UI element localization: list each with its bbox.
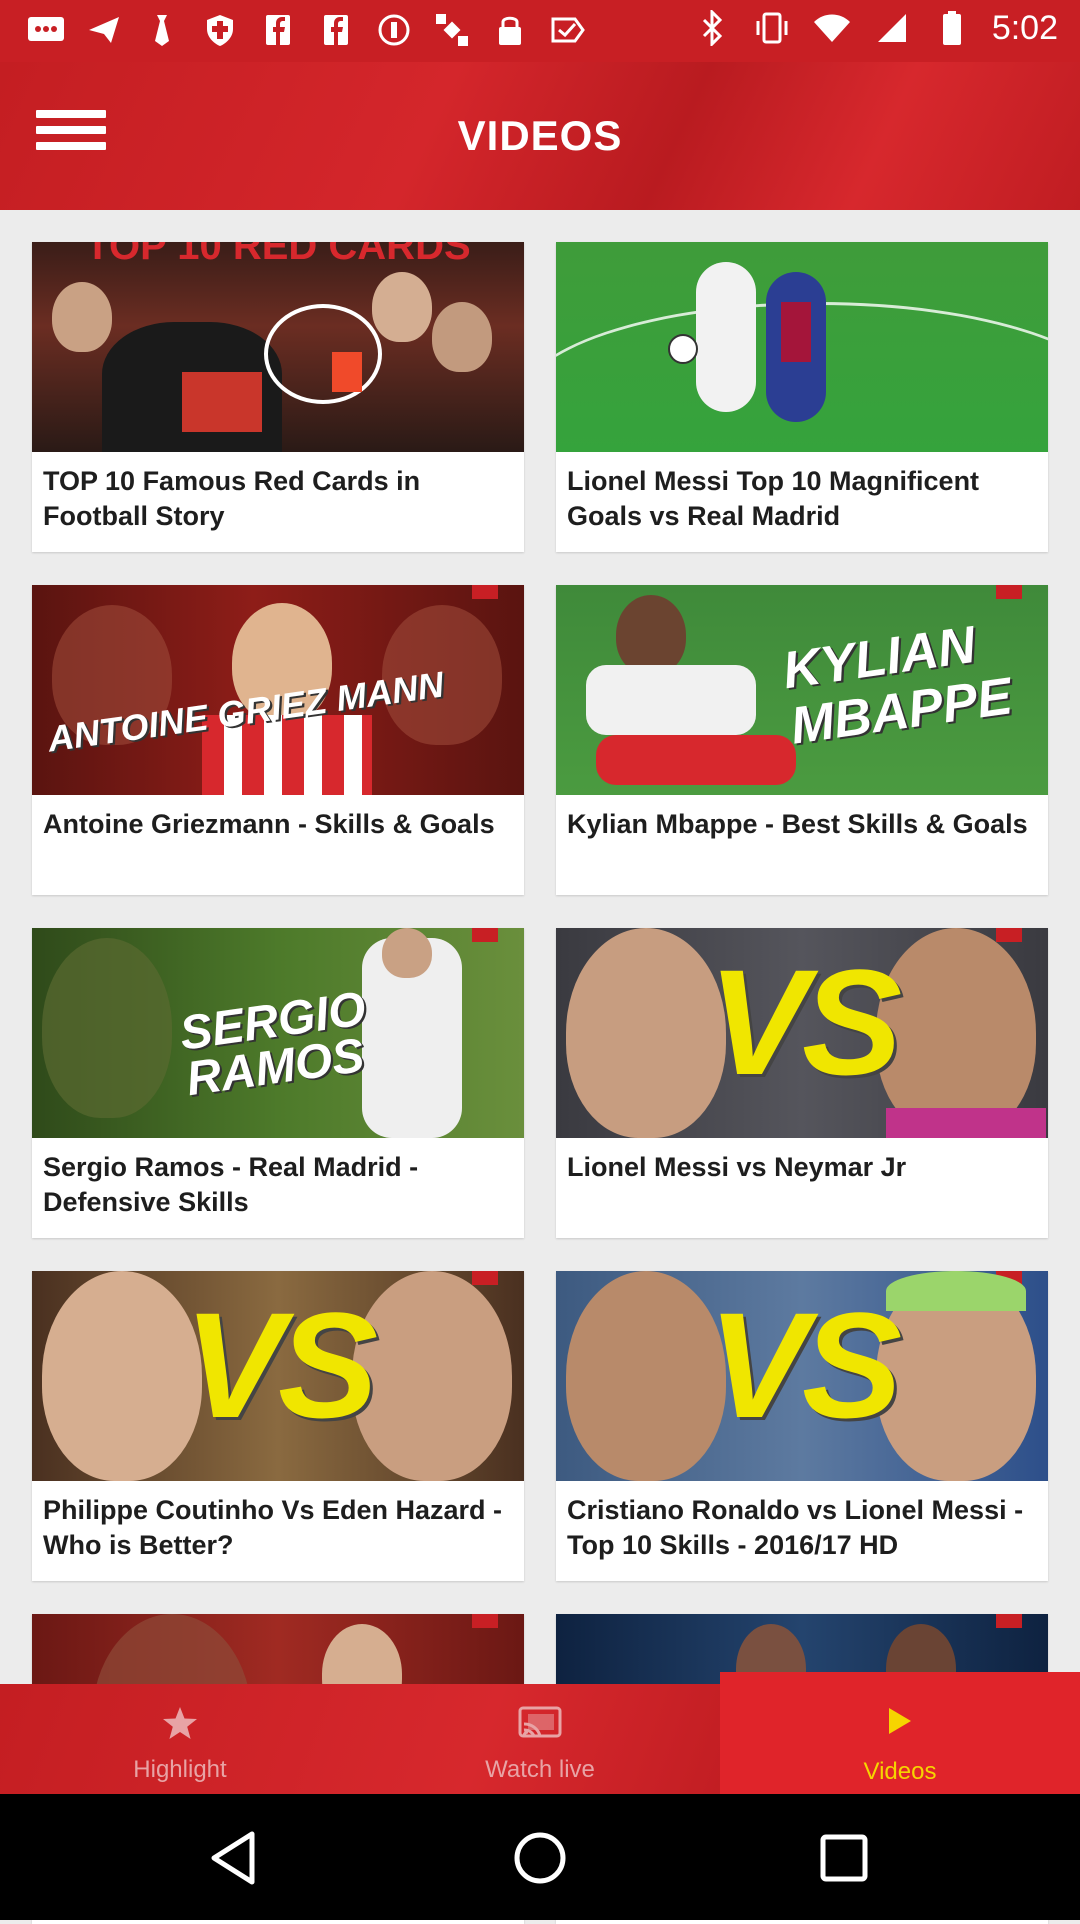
nav-label: Watch live [485, 1756, 595, 1783]
message-icon [26, 10, 66, 50]
video-title: Lionel Messi Top 10 Magnificent Goals vs… [567, 466, 980, 531]
clock: 5:02 [991, 8, 1058, 47]
video-card[interactable]: TOP 10 RED CARDS TOP 10 Famous Red Cards… [32, 242, 524, 552]
facebook-icon [316, 10, 356, 50]
cast-icon [360, 1706, 720, 1742]
video-thumbnail: VS [556, 928, 1048, 1138]
thumb-vs-text: VS [707, 938, 902, 1106]
video-title: Sergio Ramos - Real Madrid - Defensive S… [43, 1152, 419, 1217]
nav-label: Highlight [133, 1756, 227, 1783]
video-card[interactable]: VS Philippe Coutinho Vs Eden Hazard - Wh… [32, 1271, 524, 1581]
star-icon [0, 1706, 360, 1742]
thumb-vs-text: VS [183, 1281, 378, 1449]
video-title: Philippe Coutinho Vs Eden Hazard - Who i… [43, 1495, 503, 1560]
nav-videos[interactable]: Videos [720, 1672, 1080, 1794]
video-thumbnail: VS [32, 1271, 524, 1481]
thumb-banner-text: TOP 10 RED CARDS [85, 242, 471, 268]
video-title: TOP 10 Famous Red Cards in Football Stor… [43, 466, 421, 531]
thumb-vs-text: VS [707, 1281, 902, 1449]
video-card[interactable]: KYLIAN MBAPPE Kylian Mbappe - Best Skill… [556, 585, 1048, 895]
system-navigation-bar [0, 1794, 1080, 1920]
thumb-overlay-text: SERGIO RAMOS [176, 982, 369, 1107]
recents-icon[interactable] [814, 1828, 874, 1888]
signal-icon [872, 8, 912, 48]
notification-icons [26, 10, 588, 50]
home-icon[interactable] [510, 1828, 570, 1888]
video-thumbnail: ANTOINE GRIEZ MANN [32, 585, 524, 795]
nav-watch-live[interactable]: Watch live [360, 1684, 720, 1794]
status-bar: 5:02 [0, 0, 1080, 62]
check-icon [548, 10, 588, 50]
video-title: Antoine Griezmann - Skills & Goals [43, 809, 495, 839]
video-card[interactable]: Lionel Messi Top 10 Magnificent Goals vs… [556, 242, 1048, 552]
video-card[interactable]: VS Lionel Messi vs Neymar Jr [556, 928, 1048, 1238]
video-thumbnail: SERGIO RAMOS [32, 928, 524, 1138]
lock-icon [490, 10, 530, 50]
shield-icon [200, 10, 240, 50]
video-card[interactable]: SERGIO RAMOS Sergio Ramos - Real Madrid … [32, 928, 524, 1238]
video-title: Cristiano Ronaldo vs Lionel Messi - Top … [567, 1495, 1024, 1560]
nav-highlight[interactable]: Highlight [0, 1684, 360, 1794]
facebook-icon [258, 10, 298, 50]
page-title: VIDEOS [457, 112, 623, 159]
tie-icon [142, 10, 182, 50]
send-icon [84, 10, 124, 50]
bottom-navigation: Highlight Watch live Videos [0, 1672, 1080, 1794]
battery-icon [932, 8, 972, 48]
video-title: Kylian Mbappe - Best Skills & Goals [567, 809, 1028, 839]
thumb-overlay-text: KYLIAN MBAPPE [779, 615, 1016, 756]
back-icon[interactable] [206, 1828, 266, 1888]
circle-stop-icon [374, 10, 414, 50]
satellite-icon [432, 10, 472, 50]
play-icon [720, 1706, 1080, 1742]
video-thumbnail [556, 242, 1048, 452]
video-thumbnail: TOP 10 RED CARDS [32, 242, 524, 452]
system-status-icons: 5:02 [692, 8, 1058, 48]
vibrate-icon [752, 8, 792, 48]
video-card[interactable]: ANTOINE GRIEZ MANN Antoine Griezmann - S… [32, 585, 524, 895]
app-bar: VIDEOS [0, 62, 1080, 210]
video-title: Lionel Messi vs Neymar Jr [567, 1152, 907, 1182]
nav-label: Videos [863, 1758, 937, 1785]
video-thumbnail: KYLIAN MBAPPE [556, 585, 1048, 795]
wifi-icon [812, 8, 852, 48]
video-thumbnail: VS [556, 1271, 1048, 1481]
bluetooth-icon [692, 8, 732, 48]
video-card[interactable]: VS Cristiano Ronaldo vs Lionel Messi - T… [556, 1271, 1048, 1581]
